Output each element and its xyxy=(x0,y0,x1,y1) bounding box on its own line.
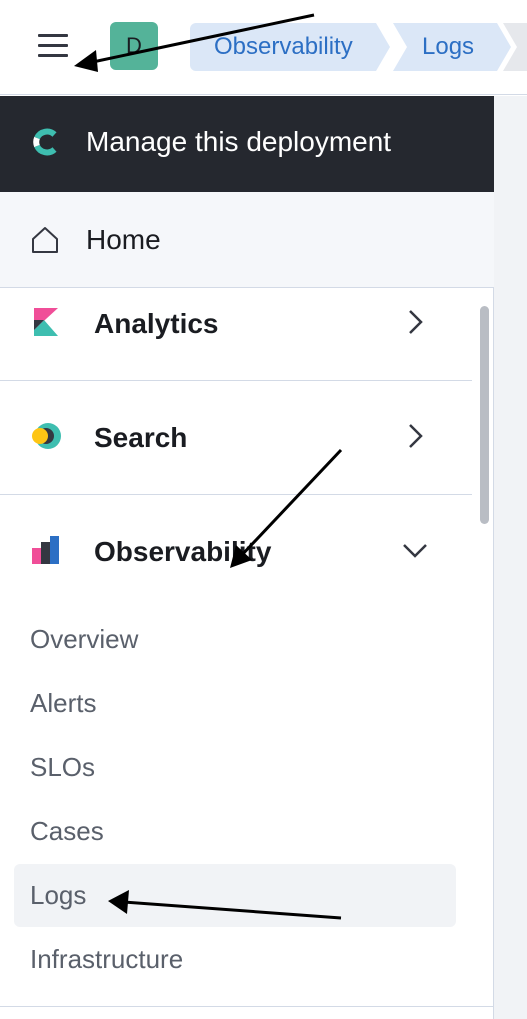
nav-scrollbar[interactable] xyxy=(480,306,489,524)
nav-item-infrastructure[interactable]: Infrastructure xyxy=(30,944,183,975)
nav-item-cases[interactable]: Cases xyxy=(30,816,104,847)
manage-deployment-label: Manage this deployment xyxy=(86,126,392,157)
manage-deployment-link[interactable]: Manage this deployment xyxy=(0,96,494,192)
observability-icon xyxy=(32,536,59,564)
breadcrumb-observability[interactable]: Observability xyxy=(190,23,390,71)
nav-section-analytics-label: Analytics xyxy=(94,308,219,339)
deployment-avatar[interactable]: D xyxy=(110,22,158,70)
nav-section-search-label: Search xyxy=(94,422,188,453)
page-content-background xyxy=(494,96,527,1019)
chevron-right-icon[interactable] xyxy=(402,308,428,336)
elastic-cloud-icon xyxy=(33,128,57,156)
kibana-icon xyxy=(34,308,58,336)
hamburger-line xyxy=(38,34,68,37)
nav-item-overview[interactable]: Overview xyxy=(30,624,138,655)
hamburger-line xyxy=(38,54,68,57)
nav-section-search[interactable]: Search xyxy=(0,420,472,534)
chevron-down-icon[interactable] xyxy=(402,536,428,564)
section-divider xyxy=(0,380,472,381)
side-navigation: Manage this deployment Home Analytics Se… xyxy=(0,96,494,1019)
nav-item-home-label: Home xyxy=(86,224,161,255)
nav-item-alerts[interactable]: Alerts xyxy=(30,688,96,719)
hamburger-line xyxy=(38,44,68,47)
chevron-right-icon[interactable] xyxy=(402,422,428,450)
section-divider xyxy=(0,1006,494,1007)
home-icon xyxy=(32,227,58,253)
nav-item-home[interactable]: Home xyxy=(0,192,494,288)
nav-item-logs[interactable]: Logs xyxy=(30,880,86,911)
menu-toggle-button[interactable] xyxy=(36,30,72,64)
search-solution-icon xyxy=(32,423,61,449)
nav-item-slos[interactable]: SLOs xyxy=(30,752,95,783)
nav-section-observability-label: Observability xyxy=(94,536,272,567)
nav-section-analytics[interactable]: Analytics xyxy=(0,306,472,420)
top-header: D Observability Logs xyxy=(0,0,527,95)
section-divider xyxy=(0,494,472,495)
breadcrumb-logs[interactable]: Logs xyxy=(393,23,511,71)
